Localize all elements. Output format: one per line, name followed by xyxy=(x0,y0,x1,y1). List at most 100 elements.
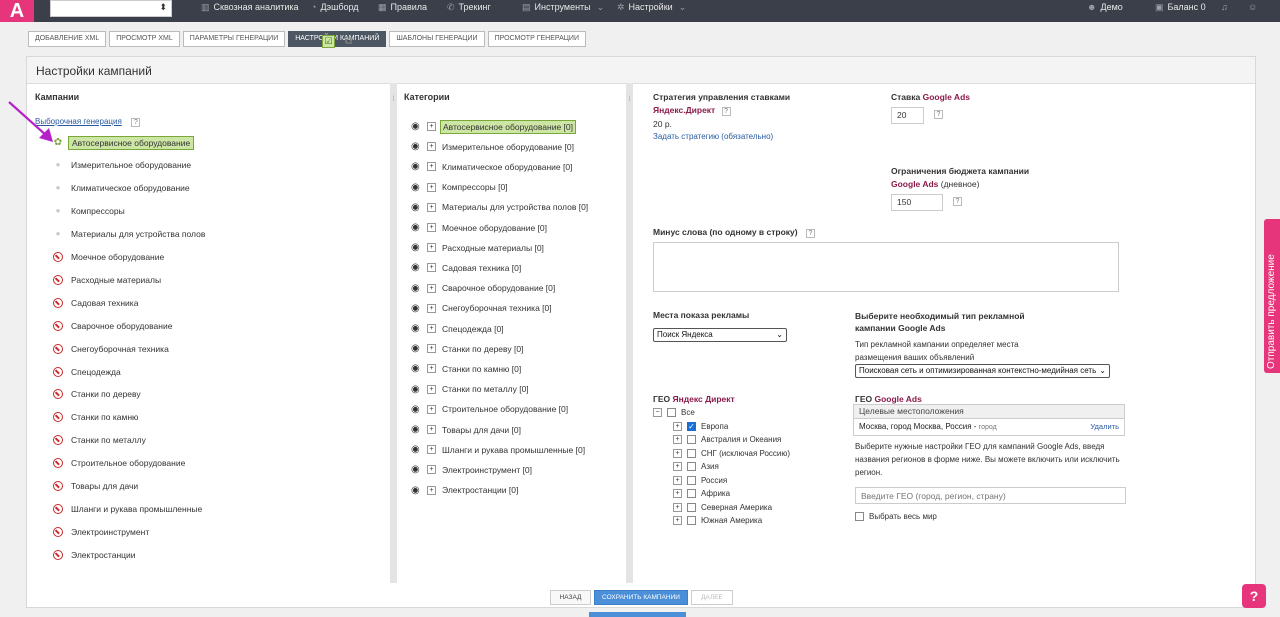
wizard-step[interactable]: Просмотр XML xyxy=(109,31,180,47)
eye-icon[interactable]: ◉ xyxy=(411,182,423,193)
campaign-item[interactable]: Спецодежда xyxy=(53,365,124,378)
eye-icon[interactable]: ◉ xyxy=(411,343,423,354)
check-all-icon[interactable]: ☑ xyxy=(322,35,335,48)
bid-input[interactable]: 20 xyxy=(891,107,924,124)
category-label[interactable]: Расходные материалы [0] xyxy=(440,242,546,254)
campaign-label[interactable]: Расходные материалы xyxy=(68,274,164,286)
expand-icon[interactable]: + xyxy=(673,516,682,525)
geo-region-checkbox[interactable]: ✓ xyxy=(687,421,696,431)
expand-icon[interactable]: + xyxy=(673,421,682,431)
nav-item-4[interactable]: ▤ Инструменты ⌄ xyxy=(522,0,604,14)
column-divider-right[interactable]: ⁝ xyxy=(626,83,633,583)
expand-icon[interactable]: + xyxy=(427,182,436,192)
expand-icon[interactable]: + xyxy=(427,485,436,495)
expand-icon[interactable]: + xyxy=(427,122,436,131)
campaign-label[interactable]: Станки по камню xyxy=(68,411,141,423)
expand-icon[interactable]: + xyxy=(427,303,436,313)
eye-icon[interactable]: ◉ xyxy=(411,464,423,475)
eye-icon[interactable]: ◉ xyxy=(411,262,423,273)
disabled-status-icon[interactable] xyxy=(53,412,63,423)
wizard-step[interactable]: Добавление XML xyxy=(28,31,107,47)
campaign-item[interactable]: ✿ Автосервисное оборудование xyxy=(53,135,195,150)
category-label[interactable]: Электростанции [0] xyxy=(440,484,520,496)
category-label[interactable]: Материалы для устройства полов [0] xyxy=(440,201,590,213)
campaign-item[interactable]: ● Климатическое оборудование xyxy=(53,182,193,195)
category-label[interactable]: Сварочное оборудование [0] xyxy=(440,282,557,294)
category-label[interactable]: Компрессоры [0] xyxy=(440,181,510,193)
campaign-item[interactable]: ● Компрессоры xyxy=(53,205,128,218)
category-label[interactable]: Станки по дереву [0] xyxy=(440,343,525,355)
wizard-step[interactable]: Параметры генерации xyxy=(182,31,286,47)
campaign-label[interactable]: Материалы для устройства полов xyxy=(68,228,208,240)
campaign-label[interactable]: Климатическое оборудование xyxy=(68,182,193,194)
campaign-item[interactable]: Станки по дереву xyxy=(53,388,144,401)
campaign-label[interactable]: Спецодежда xyxy=(68,366,124,378)
disabled-status-icon[interactable] xyxy=(53,297,63,308)
gads-type-select[interactable]: Поисковая сеть и оптимизированная контек… xyxy=(855,364,1110,378)
geo-region-checkbox[interactable] xyxy=(687,435,696,444)
eye-icon[interactable]: ◉ xyxy=(411,424,423,435)
disabled-status-icon[interactable] xyxy=(53,526,63,537)
campaign-item[interactable]: Сварочное оборудование xyxy=(53,319,175,332)
expand-icon[interactable]: + xyxy=(673,502,682,512)
campaign-label[interactable]: Электроинструмент xyxy=(68,526,152,538)
expand-icon[interactable]: + xyxy=(427,384,436,394)
expand-icon[interactable]: + xyxy=(427,364,436,374)
nav-item-6[interactable]: ☻ Демо xyxy=(1087,0,1123,14)
expand-icon[interactable]: + xyxy=(427,404,436,414)
eye-icon[interactable]: ◉ xyxy=(411,485,423,496)
campaign-label[interactable]: Станки по дереву xyxy=(68,388,144,400)
campaign-label[interactable]: Сварочное оборудование xyxy=(68,320,175,332)
disabled-status-icon[interactable] xyxy=(53,549,63,560)
expand-icon[interactable]: + xyxy=(427,263,436,273)
category-label[interactable]: Товары для дачи [0] xyxy=(440,424,523,436)
nav-item-3[interactable]: ✆ Трекинг xyxy=(447,0,491,14)
disabled-status-icon[interactable] xyxy=(53,252,63,262)
eye-icon[interactable]: ◉ xyxy=(411,121,423,132)
expand-icon[interactable]: + xyxy=(427,344,436,354)
help-icon[interactable]: ? xyxy=(131,118,141,127)
category-label[interactable]: Автосервисное оборудование [0] xyxy=(440,119,576,134)
project-select[interactable]: ⬍ xyxy=(50,0,172,17)
expand-icon[interactable]: + xyxy=(427,445,436,455)
user-menu-icon[interactable]: ☺ xyxy=(1248,0,1257,14)
campaign-item[interactable]: Станки по металлу xyxy=(53,434,149,447)
geo-delete-link[interactable]: Удалить xyxy=(1090,419,1119,435)
save-campaigns-button[interactable]: Сохранить кампании xyxy=(594,590,688,605)
disabled-status-icon[interactable] xyxy=(53,389,63,400)
wizard-step[interactable]: Шаблоны генерации xyxy=(389,31,485,47)
campaign-item[interactable]: Станки по камню xyxy=(53,411,141,424)
eye-icon[interactable]: ◉ xyxy=(411,242,423,253)
campaign-label[interactable]: Электростанции xyxy=(68,549,139,561)
category-label[interactable]: Климатическое оборудование [0] xyxy=(440,161,574,173)
campaign-label[interactable]: Моечное оборудование xyxy=(68,251,167,263)
category-label[interactable]: Шланги и рукава промышленные [0] xyxy=(440,444,587,456)
campaign-label[interactable]: Компрессоры xyxy=(68,205,128,217)
nav-item-0[interactable]: ▥ Сквозная аналитика xyxy=(201,0,299,14)
select-world-checkbox[interactable] xyxy=(855,511,864,521)
disabled-status-icon[interactable] xyxy=(53,343,63,354)
campaign-label[interactable]: Снегоуборочная техника xyxy=(68,343,172,355)
expand-icon[interactable]: + xyxy=(427,142,436,152)
nav-item-5[interactable]: ✲ Настройки ⌄ xyxy=(617,0,686,14)
wizard-step[interactable]: Просмотр генерации xyxy=(487,31,586,47)
nav-item-1[interactable]: ◔ Дэшборд xyxy=(311,0,359,14)
help-icon[interactable]: ? xyxy=(934,110,943,119)
geo-region-checkbox[interactable] xyxy=(687,448,696,458)
geo-all-checkbox[interactable] xyxy=(667,407,676,417)
help-icon[interactable]: ? xyxy=(721,107,731,116)
campaign-item[interactable]: Расходные материалы xyxy=(53,273,164,286)
category-label[interactable]: Строительное оборудование [0] xyxy=(440,403,570,415)
nav-item-2[interactable]: ▦ Правила xyxy=(378,0,427,14)
expand-icon[interactable]: + xyxy=(427,243,436,253)
eye-icon[interactable]: ◉ xyxy=(411,222,423,233)
campaign-item[interactable]: Шланги и рукава промышленные xyxy=(53,502,205,515)
campaign-item[interactable]: Строительное оборудование xyxy=(53,457,188,470)
disabled-status-icon[interactable] xyxy=(53,274,63,285)
eye-icon[interactable]: ◉ xyxy=(411,283,423,294)
nav-item-7[interactable]: ▣ Баланс 0 xyxy=(1155,0,1206,14)
campaign-item[interactable]: Электростанции xyxy=(53,548,139,561)
category-label[interactable]: Спецодежда [0] xyxy=(440,323,506,335)
campaign-item[interactable]: Электроинструмент xyxy=(53,525,152,538)
campaign-label[interactable]: Автосервисное оборудование xyxy=(68,135,195,150)
